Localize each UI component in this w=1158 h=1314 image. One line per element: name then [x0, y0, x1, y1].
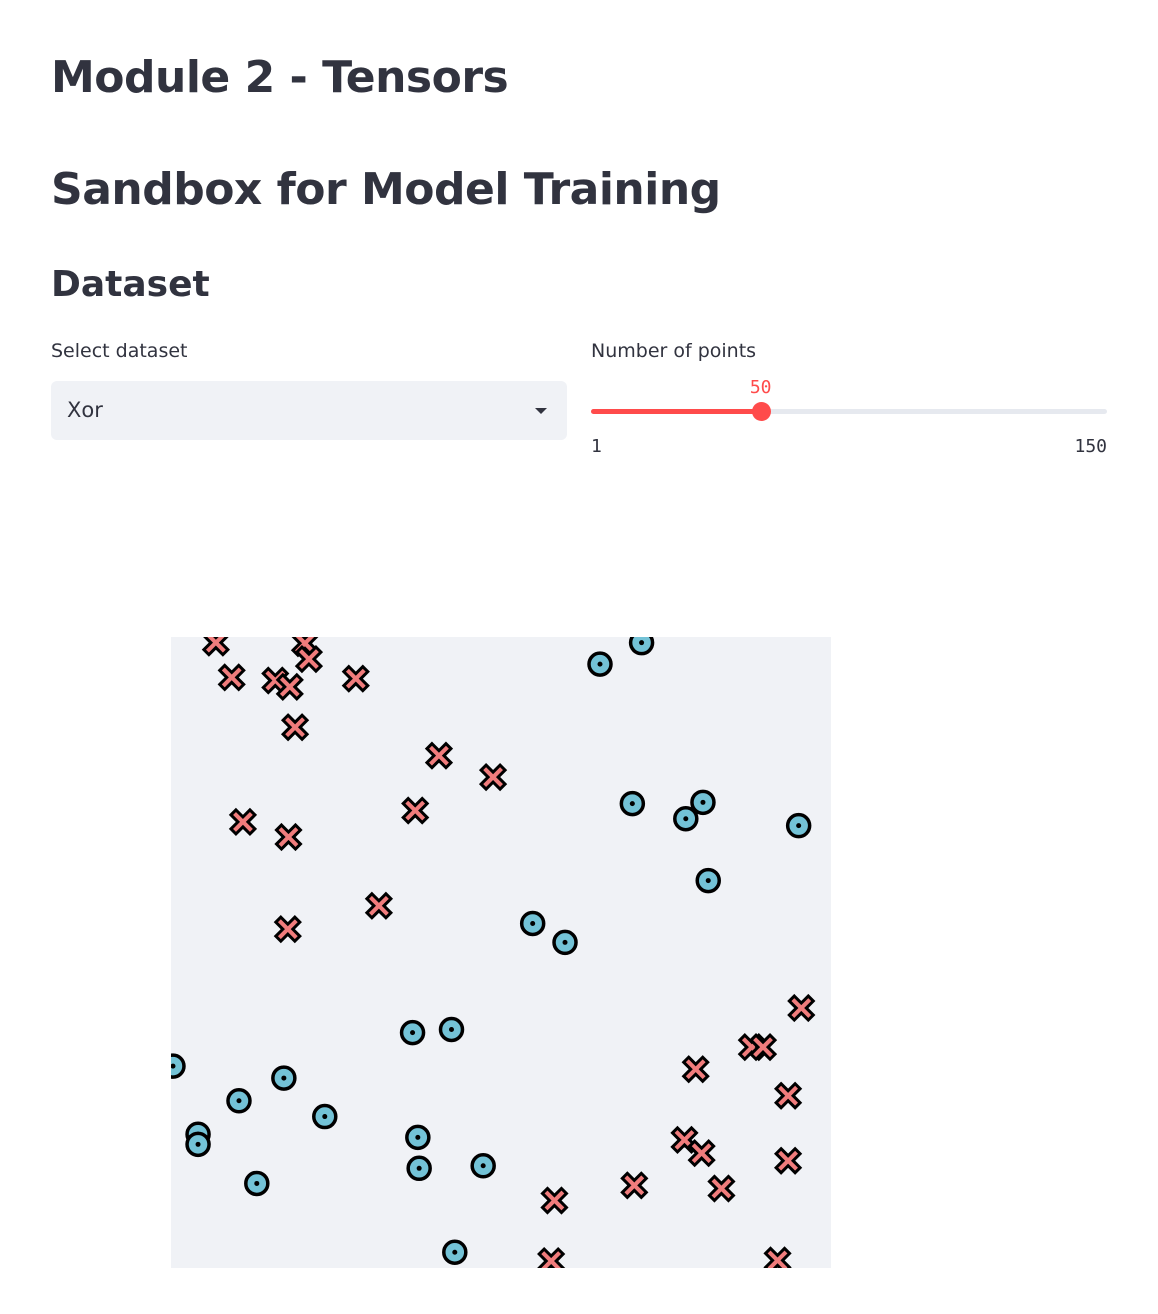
- circle-point: [628, 637, 655, 656]
- section-heading-dataset: Dataset: [51, 264, 210, 305]
- circle-point-center: [415, 1134, 421, 1140]
- dataset-select-value: Xor: [67, 398, 103, 422]
- scatter-plot: [171, 637, 831, 1268]
- circle-point-center: [322, 1114, 328, 1120]
- circle-point-center: [254, 1180, 260, 1186]
- circle-point-center: [629, 801, 635, 807]
- slider-value: 50: [749, 377, 772, 398]
- slider-min-label: 1: [591, 436, 602, 457]
- circle-point-center: [416, 1165, 422, 1171]
- circle-point-center: [705, 878, 711, 884]
- circle-point-center: [195, 1141, 201, 1147]
- plot-background: [171, 637, 831, 1268]
- circle-point-center: [597, 661, 603, 667]
- circle-point-center: [530, 920, 536, 926]
- points-slider-label: Number of points: [591, 340, 757, 362]
- circle-point-center: [700, 799, 706, 805]
- slider-fill: [591, 409, 761, 414]
- circle-point-center: [683, 816, 689, 822]
- circle-point-center: [236, 1098, 242, 1104]
- circle-point-center: [452, 1249, 458, 1255]
- page-title: Module 2 - Tensors: [51, 52, 509, 103]
- dataset-select-label: Select dataset: [51, 340, 188, 362]
- page-subtitle: Sandbox for Model Training: [51, 164, 721, 215]
- circle-point-center: [410, 1030, 416, 1036]
- slider-thumb[interactable]: [751, 402, 771, 421]
- circle-point-center: [449, 1026, 454, 1032]
- circle-point-center: [639, 640, 645, 646]
- points-slider[interactable]: 50 1 150: [591, 377, 1107, 460]
- circle-point-center: [281, 1075, 287, 1081]
- circle-point-center: [480, 1163, 486, 1169]
- chevron-down-icon: [535, 408, 547, 414]
- circle-point-center: [562, 939, 568, 945]
- circle-point-center: [796, 823, 802, 829]
- dataset-select[interactable]: Xor: [51, 381, 567, 440]
- slider-max-label: 150: [1074, 436, 1107, 457]
